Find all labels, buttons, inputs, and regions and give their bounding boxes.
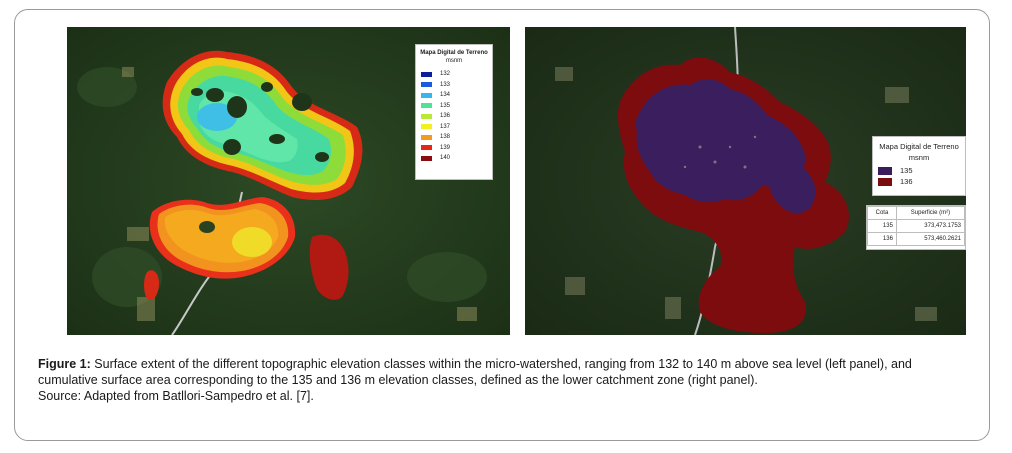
legend-item: 136 — [873, 176, 965, 187]
legend-title: Mapa Digital de Terreno — [420, 50, 488, 56]
legend-item: 137 — [416, 122, 492, 133]
legend-item: 135 — [873, 165, 965, 176]
legend-label: 134 — [440, 92, 451, 99]
legend-label: 136 — [900, 177, 913, 186]
legend-label: 135 — [900, 166, 913, 175]
legend-swatch — [421, 113, 432, 119]
left-map-legend: Mapa Digital de Terreno msnm 132 133 134 13… — [415, 44, 493, 180]
figure-source: Source: Adapted from Batllori-Sampedro e… — [38, 389, 314, 403]
legend-label: 133 — [440, 81, 451, 88]
legend-label: 140 — [440, 155, 451, 162]
table-row: 135 373,473.1753 — [867, 219, 966, 233]
table-cell: 135 — [867, 219, 897, 233]
legend-label: 135 — [440, 102, 451, 109]
legend-title: Mapa Digital de Terreno — [879, 142, 959, 151]
legend-item: 140 — [416, 153, 492, 164]
legend-swatch — [421, 71, 432, 77]
legend-item: 134 — [416, 90, 492, 101]
table-header-superficie: Superficie (m²) — [895, 206, 966, 220]
table-header-row: Cota Superficie (m²) — [867, 206, 966, 220]
legend-item: 139 — [416, 143, 492, 154]
legend-item: 133 — [416, 80, 492, 91]
legend-swatch — [878, 166, 892, 175]
legend-swatch — [421, 82, 432, 88]
legend-swatch — [421, 103, 432, 109]
legend-label: 132 — [440, 71, 451, 78]
legend-item: 138 — [416, 132, 492, 143]
table-header-cota: Cota — [867, 206, 897, 220]
table-cell: 373,473.1753 — [895, 219, 966, 233]
legend-swatch — [421, 155, 432, 161]
legend-swatch — [878, 177, 892, 186]
legend-item: 136 — [416, 111, 492, 122]
legend-item: 135 — [416, 101, 492, 112]
right-map-legend: Mapa Digital de Terreno msnm 135 136 — [872, 136, 966, 196]
legend-unit: msnm — [908, 153, 930, 162]
legend-swatch — [421, 124, 432, 130]
table-row: 136 573,460.2621 — [867, 232, 966, 246]
legend-label: 138 — [440, 134, 451, 141]
legend-item: 132 — [416, 69, 492, 80]
figure-label: Figure 1: — [38, 357, 91, 371]
legend-swatch — [421, 145, 432, 151]
legend-label: 136 — [440, 113, 451, 120]
legend-label: 137 — [440, 123, 451, 130]
table-cell: 136 — [867, 232, 897, 246]
table-cell: 573,460.2621 — [895, 232, 966, 246]
legend-label: 139 — [440, 144, 451, 151]
legend-swatch — [421, 134, 432, 140]
figure-caption-text: Surface extent of the different topograp… — [38, 357, 912, 387]
legend-swatch — [421, 92, 432, 98]
legend-unit: msnm — [445, 58, 463, 64]
surface-area-table: Cota Superficie (m²) 135 373,473.1753 13… — [866, 205, 966, 250]
figure-caption: Figure 1: Surface extent of the differen… — [38, 356, 958, 404]
